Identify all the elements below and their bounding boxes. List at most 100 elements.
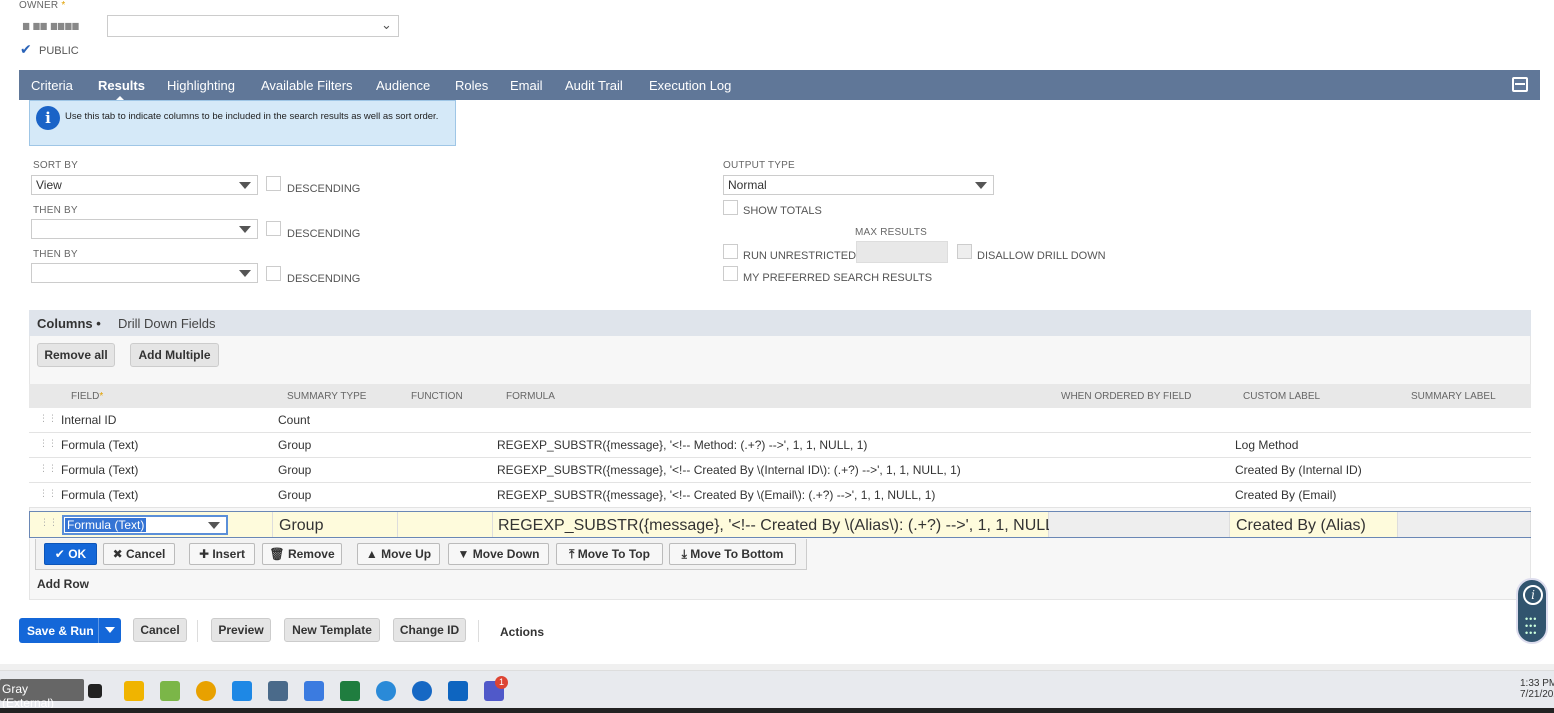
then-by-label-2: THEN BY bbox=[33, 249, 78, 260]
notification-badge: 1 bbox=[495, 676, 508, 689]
table-row[interactable]: ⋮⋮ Formula (Text) Group REGEXP_SUBSTR({m… bbox=[29, 483, 1531, 508]
tab-criteria[interactable]: Criteria bbox=[31, 78, 73, 93]
public-label: PUBLIC bbox=[39, 45, 79, 57]
descending-label-1: DESCENDING bbox=[287, 183, 361, 195]
remove-all-button[interactable]: Remove all bbox=[37, 343, 115, 367]
descending-checkbox-1[interactable] bbox=[266, 176, 281, 191]
add-row-link[interactable]: Add Row bbox=[37, 577, 89, 591]
edit-row[interactable]: ⋮⋮ Formula (Text) Group REGEXP_SUBSTR({m… bbox=[29, 511, 1531, 538]
then-by-select-2[interactable] bbox=[31, 263, 258, 283]
then-by-select-1[interactable] bbox=[31, 219, 258, 239]
chevron-down-icon bbox=[208, 522, 220, 529]
header-custom-label: CUSTOM LABEL bbox=[1243, 391, 1321, 402]
disallow-drill-down-checkbox[interactable] bbox=[957, 244, 972, 259]
browser-icon[interactable] bbox=[376, 681, 396, 701]
move-to-bottom-button[interactable]: ⤓ Move To Bottom bbox=[669, 543, 796, 565]
app-icon[interactable] bbox=[304, 681, 324, 701]
chrome-icon[interactable] bbox=[196, 681, 216, 701]
edge-icon[interactable] bbox=[412, 681, 432, 701]
tab-execution-log[interactable]: Execution Log bbox=[649, 78, 731, 93]
tab-results[interactable]: Results bbox=[98, 78, 145, 102]
tab-email[interactable]: Email bbox=[510, 78, 543, 93]
tab-highlighting[interactable]: Highlighting bbox=[167, 78, 235, 93]
actions-menu[interactable]: Actions bbox=[500, 625, 544, 639]
remove-button[interactable]: 🗑 Remove bbox=[262, 543, 342, 565]
owner-value: ▆ ▆▆ ▆▆▆▆ bbox=[23, 21, 80, 30]
add-multiple-button[interactable]: Add Multiple bbox=[130, 343, 219, 367]
formula-input[interactable]: REGEXP_SUBSTR({message}, '<!-- Created B… bbox=[493, 512, 1077, 537]
cancel-row-button[interactable]: ✖ Cancel bbox=[103, 543, 175, 565]
help-widget[interactable]: i ••• ••• ••• bbox=[1516, 578, 1548, 644]
table-row[interactable]: ⋮⋮ Formula (Text) Group REGEXP_SUBSTR({m… bbox=[29, 433, 1531, 458]
save-run-button[interactable]: Save & Run bbox=[19, 618, 121, 643]
info-text: Use this tab to indicate columns to be i… bbox=[65, 111, 439, 122]
run-unrestricted-label: RUN UNRESTRICTED bbox=[743, 250, 857, 262]
run-unrestricted-checkbox[interactable] bbox=[723, 244, 738, 259]
ok-button[interactable]: ✔ OK bbox=[44, 543, 97, 565]
tab-drill-down-fields[interactable]: Drill Down Fields bbox=[118, 316, 216, 331]
tab-roles[interactable]: Roles bbox=[455, 78, 488, 93]
sort-by-select[interactable]: View bbox=[31, 175, 258, 195]
new-template-button[interactable]: New Template bbox=[284, 618, 380, 642]
chevron-down-icon bbox=[239, 270, 251, 277]
field-cell: Internal ID bbox=[61, 413, 117, 427]
menu-icon[interactable] bbox=[1512, 77, 1528, 92]
preview-button[interactable]: Preview bbox=[211, 618, 271, 642]
descending-checkbox-3[interactable] bbox=[266, 266, 281, 281]
summary-cell: Count bbox=[278, 413, 311, 427]
field-cell: Formula (Text) bbox=[61, 438, 139, 452]
field-cell: Formula (Text) bbox=[61, 463, 139, 477]
then-by-label-1: THEN BY bbox=[33, 205, 78, 216]
vscode-icon[interactable] bbox=[232, 681, 252, 701]
header-when-ordered: WHEN ORDERED BY FIELD bbox=[1061, 391, 1192, 402]
output-type-label: OUTPUT TYPE bbox=[723, 160, 795, 171]
insert-button[interactable]: ✚ Insert bbox=[189, 543, 255, 565]
custom-label-cell: Created By (Email) bbox=[1235, 488, 1337, 502]
info-message: i Use this tab to indicate columns to be… bbox=[29, 100, 456, 146]
dropdown-arrow-icon[interactable] bbox=[105, 627, 115, 633]
table-row[interactable]: ⋮⋮ Formula (Text) Group REGEXP_SUBSTR({m… bbox=[29, 458, 1531, 483]
move-up-button[interactable]: ▲ Move Up bbox=[357, 543, 440, 565]
folder-icon[interactable] bbox=[124, 681, 144, 701]
function-cell[interactable] bbox=[398, 512, 493, 537]
field-cell: Formula (Text) bbox=[61, 488, 139, 502]
show-totals-label: SHOW TOTALS bbox=[743, 205, 822, 217]
tab-available-filters[interactable]: Available Filters bbox=[261, 78, 353, 93]
field-select[interactable]: Formula (Text) bbox=[62, 515, 228, 535]
calculator-icon[interactable] bbox=[268, 681, 288, 701]
tab-columns[interactable]: Columns • bbox=[37, 316, 101, 331]
drag-handle-icon[interactable]: ⋮⋮ bbox=[39, 414, 57, 426]
drag-handle-icon[interactable]: ⋮⋮ bbox=[39, 439, 57, 451]
output-type-select[interactable]: Normal bbox=[723, 175, 994, 195]
summary-type-cell[interactable]: Group bbox=[273, 512, 398, 537]
change-id-button[interactable]: Change ID bbox=[393, 618, 466, 642]
info-icon: i bbox=[36, 106, 60, 130]
notepad-icon[interactable] bbox=[160, 681, 180, 701]
custom-label-input[interactable]: Created By (Alias) bbox=[1230, 512, 1398, 537]
public-checkbox[interactable]: ✔ bbox=[20, 42, 34, 56]
move-down-button[interactable]: ▼ Move Down bbox=[448, 543, 549, 565]
chevron-down-icon bbox=[239, 182, 251, 189]
terminal-icon[interactable] bbox=[88, 684, 102, 698]
tab-audience[interactable]: Audience bbox=[376, 78, 430, 93]
owner-select[interactable]: ▆ ▆▆ ▆▆▆▆ ⌄ bbox=[19, 15, 399, 37]
tab-audit-trail[interactable]: Audit Trail bbox=[565, 78, 623, 93]
header-field: FIELD* bbox=[71, 391, 104, 402]
max-results-label: MAX RESULTS bbox=[855, 227, 928, 238]
drag-handle-icon[interactable]: ⋮⋮ bbox=[39, 464, 57, 476]
excel-icon[interactable] bbox=[340, 681, 360, 701]
drag-handle-icon[interactable]: ⋮⋮ bbox=[40, 518, 58, 530]
move-to-top-button[interactable]: ⤒ Move To Top bbox=[556, 543, 663, 565]
descending-checkbox-2[interactable] bbox=[266, 221, 281, 236]
when-ordered-cell[interactable] bbox=[1049, 512, 1230, 537]
max-results-input[interactable] bbox=[856, 241, 948, 263]
cancel-button[interactable]: Cancel bbox=[133, 618, 187, 642]
outlook-icon[interactable] bbox=[448, 681, 468, 701]
show-totals-checkbox[interactable] bbox=[723, 200, 738, 215]
header-function: FUNCTION bbox=[411, 391, 463, 402]
drag-handle-icon[interactable]: ⋮⋮ bbox=[39, 489, 57, 501]
edit-field-cell: ⋮⋮ Formula (Text) bbox=[30, 512, 273, 537]
summary-label-cell[interactable] bbox=[1398, 512, 1531, 537]
preferred-checkbox[interactable] bbox=[723, 266, 738, 281]
table-row[interactable]: ⋮⋮ Internal ID Count bbox=[29, 408, 1531, 433]
